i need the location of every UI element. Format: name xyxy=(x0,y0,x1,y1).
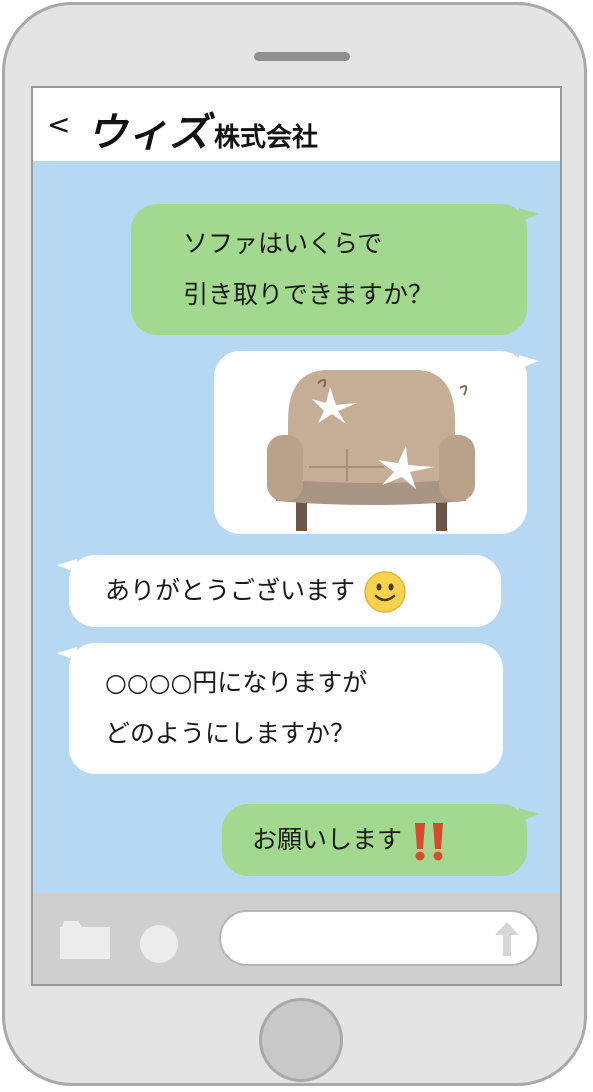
message-bubble-image[interactable] xyxy=(214,351,539,534)
sofa-image xyxy=(267,370,475,531)
message-text: どのようにしますか？ xyxy=(105,719,356,748)
home-button[interactable] xyxy=(259,998,343,1082)
folder-icon[interactable] xyxy=(60,919,110,959)
message-bubble-incoming: ありがとうございます xyxy=(57,555,501,627)
message-bubble-outgoing: お願いします xyxy=(222,804,539,876)
message-text: ソファはいくらで xyxy=(183,229,383,258)
chat-title: ウィズ 株式会社 xyxy=(87,100,318,156)
phone-speaker xyxy=(254,52,350,61)
double-exclamation-icon xyxy=(414,823,443,861)
bubble-tail xyxy=(519,208,539,222)
message-text: お願いします xyxy=(252,825,403,854)
message-bubble-incoming: ○○○○円になりますが どのようにしますか？ xyxy=(57,643,503,774)
chat-title-main: ウィズ xyxy=(87,110,210,156)
message-text: 引き取りできますか？ xyxy=(183,280,434,309)
back-button[interactable]: < xyxy=(47,108,70,141)
smiling-face-icon xyxy=(364,571,406,613)
message-input-bar xyxy=(33,893,560,984)
message-input[interactable] xyxy=(219,910,539,966)
circle-icon[interactable] xyxy=(140,925,178,963)
message-bubble-outgoing: ソファはいくらで 引き取りできますか？ xyxy=(131,204,539,335)
bubble-tail xyxy=(57,647,77,661)
chat-screen: < ウィズ 株式会社 ソファはいくらで 引き取りできますか？ ありがとうございま… xyxy=(31,86,562,986)
message-text: ありがとうございます xyxy=(105,576,356,605)
bubble-tail xyxy=(57,559,77,573)
chat-title-sub: 株式会社 xyxy=(214,123,319,153)
message-text: ○○○○円になりますが xyxy=(105,668,368,697)
chat-header: < ウィズ 株式会社 xyxy=(33,88,560,161)
send-arrow-icon[interactable] xyxy=(495,922,519,956)
bubble-tail xyxy=(519,808,539,822)
